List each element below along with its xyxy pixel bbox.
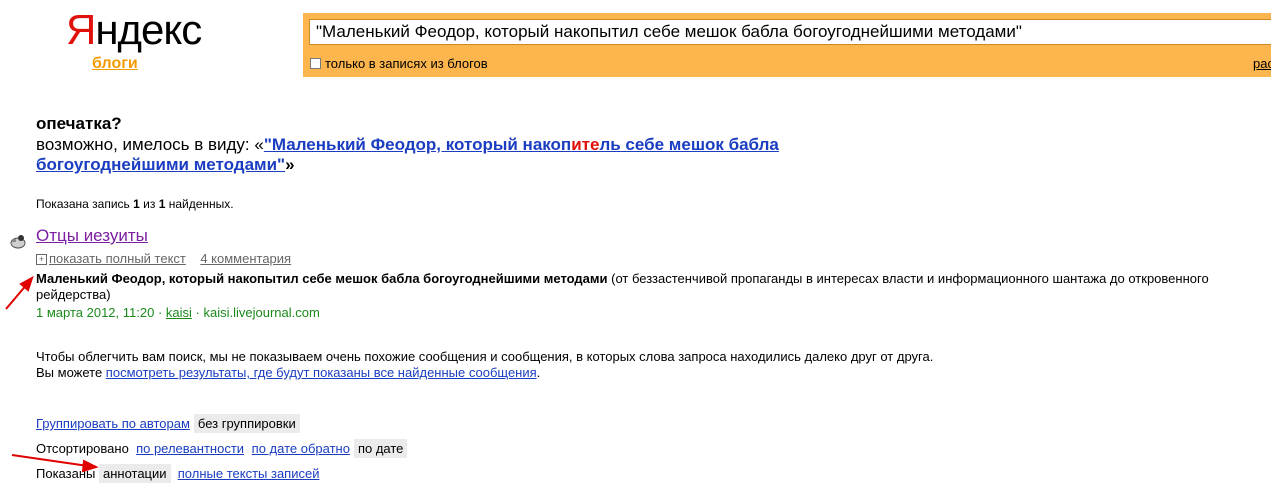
results-count: Показана запись 1 из 1 найденных. (36, 197, 234, 211)
grouping-controls: Группировать по авторам без группировки (36, 414, 300, 433)
suggest-highlight: ите (571, 135, 600, 154)
arrowhead-up-icon (19, 275, 34, 292)
snippet-bold: Маленький Феодор, который накопытил себе… (36, 271, 608, 286)
arrow-up (5, 282, 29, 310)
count-middle: из (139, 197, 159, 211)
filter-notice: Чтобы облегчить вам поиск, мы не показыв… (36, 349, 933, 381)
count-shown: 1 (133, 197, 140, 211)
shown-label: Показаны (36, 466, 96, 481)
display-controls: Показаны аннотации полные тексты записей (36, 464, 323, 483)
result-meta: + показать полный текст 4 комментария (36, 251, 291, 266)
blog-avatar-icon (10, 235, 26, 249)
notice-suffix: . (536, 365, 541, 380)
typo-suggestion: возможно, имелось в виду: «"Маленький Фе… (36, 135, 856, 175)
notice-prefix: Вы можете (36, 365, 106, 380)
search-panel: только в записях из блогов рас (303, 13, 1271, 77)
comments-link[interactable]: 4 комментария (200, 251, 291, 266)
show-all-results-link[interactable]: посмотреть результаты, где будут показан… (106, 365, 537, 380)
count-suffix: найденных. (165, 197, 234, 211)
show-full-text-link[interactable]: показать полный текст (49, 251, 186, 266)
info-separator: · (191, 305, 204, 320)
author-link[interactable]: kaisi (166, 305, 192, 320)
sorting-controls: Отсортировано по релевантности по дате о… (36, 439, 408, 458)
sort-current-chip: по дате (353, 439, 408, 458)
advanced-search-link[interactable]: рас (1253, 56, 1271, 71)
notice-line2: Вы можете посмотреть результаты, где буд… (36, 365, 933, 381)
shown-current-chip: аннотации (98, 464, 171, 483)
blogs-only-checkbox[interactable] (310, 58, 321, 69)
logo-first-letter: Я (66, 6, 96, 53)
count-prefix: Показана запись (36, 197, 134, 211)
typo-prefix: возможно, имелось в виду: « (36, 135, 264, 154)
group-current-chip: без группировки (193, 414, 300, 433)
suggest-part1: "Маленький Феодор, который накоп (263, 135, 572, 154)
expand-icon[interactable]: + (36, 254, 47, 265)
yandex-logo[interactable]: Яндекс (66, 6, 202, 53)
info-separator: · (154, 305, 166, 320)
result-title-link[interactable]: Отцы иезуиты (36, 226, 148, 246)
group-by-authors-link[interactable]: Группировать по авторам (36, 416, 190, 431)
blogs-only-label: только в записях из блогов (325, 56, 488, 71)
result-date: 1 марта 2012, 11:20 (36, 305, 155, 320)
full-texts-link[interactable]: полные тексты записей (178, 466, 320, 481)
notice-line1: Чтобы облегчить вам поиск, мы не показыв… (36, 349, 934, 364)
sort-date-reverse-link[interactable]: по дате обратно (252, 441, 350, 456)
logo-rest: ндекс (95, 6, 202, 53)
sort-label: Отсортировано (36, 441, 129, 456)
sort-relevance-link[interactable]: по релевантности (136, 441, 244, 456)
blogs-only-filter[interactable]: только в записях из блогов (310, 56, 488, 71)
result-info: 1 марта 2012, 11:20 · kaisi · kaisi.live… (36, 305, 320, 320)
typo-heading: опечатка? (36, 114, 122, 133)
search-input[interactable] (309, 19, 1271, 45)
result-snippet: Маленький Феодор, который накопытил себе… (36, 271, 1256, 303)
typo-suffix: » (285, 155, 295, 174)
service-link-blogs[interactable]: блоги (92, 55, 138, 73)
result-source: kaisi.livejournal.com (203, 305, 320, 320)
